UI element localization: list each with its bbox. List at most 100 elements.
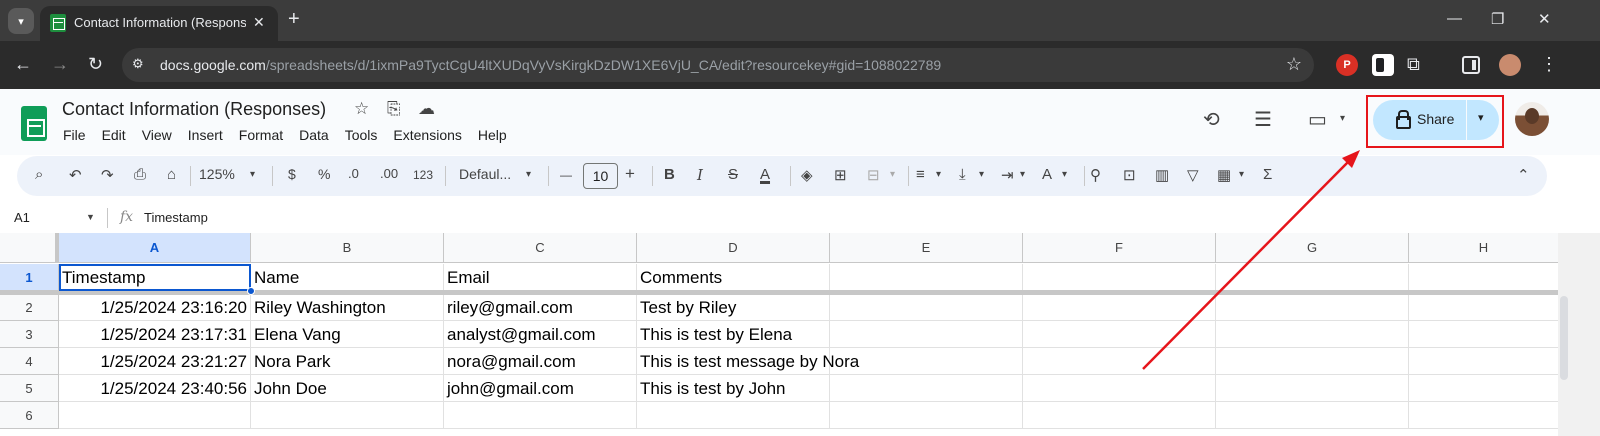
menu-edit[interactable]: Edit [102, 127, 126, 143]
rotation-dropdown-icon[interactable]: ▾ [1062, 169, 1067, 180]
redo-icon[interactable]: ↷ [101, 166, 114, 184]
cell-h1[interactable] [1409, 264, 1558, 291]
horizontal-align-icon[interactable]: ≡ [916, 166, 925, 183]
vertical-scrollbar-thumb[interactable] [1560, 296, 1568, 380]
column-header-f[interactable]: F [1023, 233, 1216, 263]
cell-b5[interactable]: John Doe [251, 375, 444, 402]
cell-e1[interactable] [830, 264, 1023, 291]
site-info-icon[interactable]: ⚙ [132, 56, 150, 74]
menu-help[interactable]: Help [478, 127, 507, 143]
column-header-g[interactable]: G [1216, 233, 1409, 263]
font-dropdown-icon[interactable]: ▾ [526, 169, 531, 180]
text-wrapping-icon[interactable]: ⇥ [1001, 166, 1014, 184]
currency-format-button[interactable]: $ [288, 166, 296, 182]
cell-d4[interactable]: This is test message by Nora [637, 348, 859, 375]
cell-f6[interactable] [1023, 402, 1216, 429]
borders-icon[interactable]: ⊞ [834, 166, 847, 184]
filter-views-icon[interactable]: ▦ [1217, 166, 1231, 184]
cell-d2[interactable]: Test by Riley [637, 294, 830, 321]
cell-g5[interactable] [1216, 375, 1409, 402]
functions-button[interactable]: Σ [1263, 166, 1272, 183]
cell-h5[interactable] [1409, 375, 1558, 402]
cell-b1[interactable]: Name [251, 264, 444, 291]
close-window-button[interactable]: ✕ [1538, 10, 1551, 28]
cell-a4[interactable]: 1/25/2024 23:21:27 [59, 348, 251, 375]
row-header-4[interactable]: 4 [0, 348, 59, 375]
comments-icon[interactable]: ☰ [1254, 107, 1272, 132]
cell-f3[interactable] [1023, 321, 1216, 348]
cloud-status-icon[interactable]: ☁ [418, 99, 435, 119]
minimize-button[interactable]: — [1447, 10, 1462, 27]
document-title[interactable]: Contact Information (Responses) [62, 99, 326, 120]
cell-e2[interactable] [830, 294, 1023, 321]
reload-icon[interactable]: ↻ [88, 54, 103, 75]
cell-d3[interactable]: This is test by Elena [637, 321, 830, 348]
cell-e5[interactable] [830, 375, 1023, 402]
cell-e6[interactable] [830, 402, 1023, 429]
menu-tools[interactable]: Tools [345, 127, 378, 143]
name-box-dropdown-icon[interactable]: ▼ [86, 212, 95, 222]
fill-handle[interactable] [247, 287, 255, 295]
column-header-h[interactable]: H [1409, 233, 1558, 263]
column-header-e[interactable]: E [830, 233, 1023, 263]
cell-g4[interactable] [1216, 348, 1409, 375]
meet-dropdown-icon[interactable]: ▾ [1340, 113, 1345, 124]
more-formats-button[interactable]: 123 [413, 168, 433, 182]
formula-input[interactable]: Timestamp [144, 210, 208, 225]
cell-h3[interactable] [1409, 321, 1558, 348]
cell-a5[interactable]: 1/25/2024 23:40:56 [59, 375, 251, 402]
increase-font-size-button[interactable]: + [625, 164, 635, 184]
cell-c3[interactable]: analyst@gmail.com [444, 321, 637, 348]
wrap-dropdown-icon[interactable]: ▾ [1020, 169, 1025, 180]
insert-comment-icon[interactable]: ⊡ [1123, 166, 1136, 184]
bold-button[interactable]: B [664, 166, 675, 183]
undo-icon[interactable]: ↶ [69, 166, 82, 184]
cell-b3[interactable]: Elena Vang [251, 321, 444, 348]
cell-f4[interactable] [1023, 348, 1216, 375]
valign-dropdown-icon[interactable]: ▾ [979, 169, 984, 180]
cell-h2[interactable] [1409, 294, 1558, 321]
insert-link-icon[interactable]: ⚲ [1090, 166, 1101, 184]
cell-c2[interactable]: riley@gmail.com [444, 294, 637, 321]
paint-format-icon[interactable]: ⌂ [167, 166, 176, 183]
star-icon[interactable]: ☆ [354, 99, 369, 119]
meet-video-icon[interactable]: ▭ [1308, 107, 1327, 132]
cell-f1[interactable] [1023, 264, 1216, 291]
sheets-logo-icon[interactable] [21, 106, 47, 141]
column-header-c[interactable]: C [444, 233, 637, 263]
align-dropdown-icon[interactable]: ▾ [936, 169, 941, 180]
menu-extensions[interactable]: Extensions [393, 127, 461, 143]
search-menus-icon[interactable]: ⌕ [35, 166, 43, 183]
extension-icon[interactable] [1372, 54, 1394, 76]
cell-b2[interactable]: Riley Washington [251, 294, 444, 321]
cell-a3[interactable]: 1/25/2024 23:17:31 [59, 321, 251, 348]
cell-b6[interactable] [251, 402, 444, 429]
cell-c4[interactable]: nora@gmail.com [444, 348, 637, 375]
print-icon[interactable]: ⎙ [134, 166, 146, 183]
cell-g3[interactable] [1216, 321, 1409, 348]
cell-c1[interactable]: Email [444, 264, 637, 291]
strikethrough-button[interactable]: S [728, 166, 738, 183]
row-header-3[interactable]: 3 [0, 321, 59, 348]
zoom-select[interactable]: 125% [199, 166, 235, 182]
fill-color-icon[interactable]: ◈ [801, 166, 813, 184]
font-size-input[interactable]: 10 [583, 163, 618, 189]
percent-format-button[interactable]: % [318, 166, 330, 182]
cell-g6[interactable] [1216, 402, 1409, 429]
row-header-5[interactable]: 5 [0, 375, 59, 402]
merge-dropdown-icon[interactable]: ▾ [890, 169, 895, 180]
menu-view[interactable]: View [142, 127, 172, 143]
cell-g1[interactable] [1216, 264, 1409, 291]
text-color-button[interactable]: A [760, 166, 770, 183]
menu-file[interactable]: File [63, 127, 86, 143]
url-text[interactable]: docs.google.com/spreadsheets/d/1ixmPa9Ty… [160, 57, 941, 73]
row-header-6[interactable]: 6 [0, 402, 59, 429]
menu-insert[interactable]: Insert [188, 127, 223, 143]
extensions-puzzle-icon[interactable]: ⧉ [1407, 54, 1429, 76]
cell-c6[interactable] [444, 402, 637, 429]
side-panel-icon[interactable] [1462, 56, 1480, 74]
zoom-dropdown-icon[interactable]: ▾ [250, 169, 255, 180]
cell-c5[interactable]: john@gmail.com [444, 375, 637, 402]
account-avatar[interactable] [1515, 102, 1549, 136]
row-header-2[interactable]: 2 [0, 294, 59, 321]
